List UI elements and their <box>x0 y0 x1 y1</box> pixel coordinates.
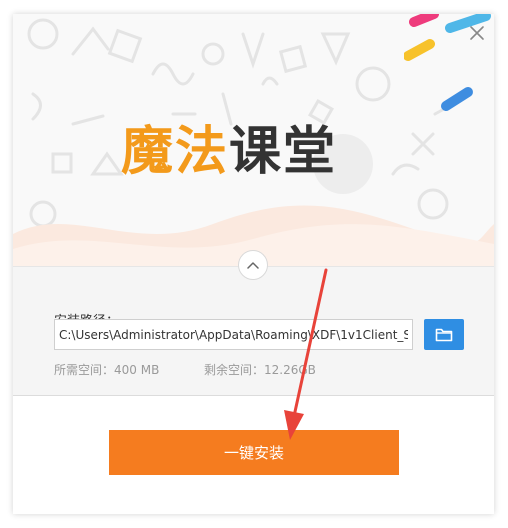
installer-window: 魔 法 课 堂 安装路径： <box>13 14 494 514</box>
browse-folder-button[interactable] <box>424 319 464 350</box>
free-space-text: 剩余空间：12.26GB <box>204 363 316 377</box>
collapse-toggle-button[interactable] <box>238 250 268 280</box>
folder-icon <box>435 328 453 342</box>
close-icon[interactable] <box>466 22 488 44</box>
logo-char-1: 魔 <box>121 121 176 182</box>
required-space-text: 所需空间：400 MB <box>54 363 160 377</box>
logo-char-4: 堂 <box>283 121 338 182</box>
logo-char-2: 法 <box>175 121 230 182</box>
app-logo: 魔 法 课 堂 <box>121 106 391 186</box>
chevron-up-icon <box>247 262 259 269</box>
one-click-install-button[interactable]: 一键安装 <box>109 430 399 475</box>
hero-banner: 魔 法 课 堂 <box>13 14 494 266</box>
logo-char-3: 课 <box>229 121 284 182</box>
installer-screen: 魔 法 课 堂 安装路径： <box>0 0 508 528</box>
install-path-input[interactable] <box>54 319 413 350</box>
